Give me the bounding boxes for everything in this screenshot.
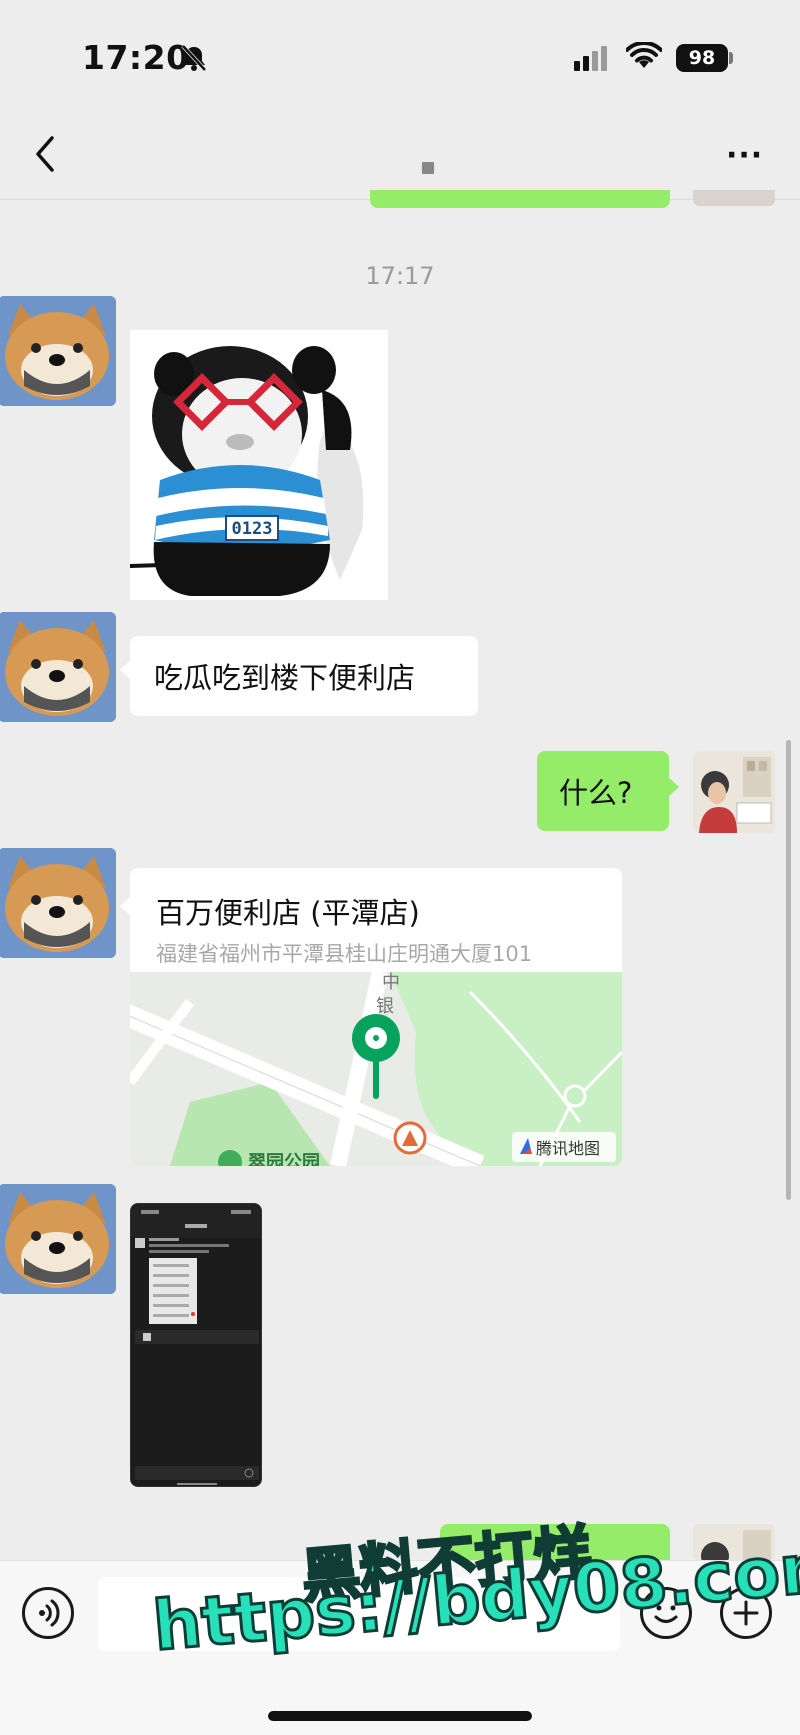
voice-input-button[interactable] [22, 1587, 74, 1639]
more-actions-button[interactable] [720, 1587, 772, 1639]
shiba-avatar-image [0, 612, 116, 722]
more-options-button[interactable]: ··· [726, 138, 763, 173]
shiba-avatar-image [0, 1184, 116, 1294]
battery-tip [729, 52, 733, 64]
my-avatar[interactable] [693, 1524, 775, 1560]
chat-title-redacted [422, 162, 434, 174]
panda-sticker-image[interactable]: 0123 [129, 330, 388, 600]
message-text: 吃瓜吃到楼下便利店 [154, 661, 416, 695]
shiba-avatar-image [0, 848, 116, 958]
message-bubble-sent-partial[interactable] [440, 1524, 670, 1560]
message-text: 什么? [559, 776, 633, 810]
previous-avatar [693, 190, 775, 206]
map-road-label: 中 [382, 972, 400, 993]
status-time: 17:20 [82, 38, 190, 77]
wifi-icon [626, 42, 662, 68]
previous-message-bubble [370, 190, 670, 208]
my-avatar[interactable] [693, 751, 775, 833]
message-input-bar [0, 1560, 800, 1735]
contact-avatar[interactable] [0, 1184, 116, 1294]
user-avatar-image [693, 1524, 775, 1560]
contact-avatar[interactable] [0, 612, 116, 722]
map-park-label: 翠园公园 [248, 1152, 320, 1166]
map-provider-label: 腾讯地图 [536, 1139, 600, 1158]
location-address: 福建省福州市平潭县桂山庄明通大厦101 [156, 942, 533, 966]
message-bubble-sent[interactable]: 什么? [537, 751, 679, 831]
message-text-input[interactable] [98, 1577, 620, 1651]
user-avatar-image [693, 751, 775, 833]
shiba-avatar-image [0, 296, 116, 406]
contact-avatar[interactable] [0, 848, 116, 958]
sticker-number-label: 0123 [232, 519, 273, 539]
emoji-button[interactable] [640, 1587, 692, 1639]
battery-indicator: 98 [676, 44, 728, 72]
shared-screenshot-image[interactable] [130, 1203, 262, 1487]
location-map[interactable]: 中 银 翠园公园 腾讯地图 [130, 972, 622, 1166]
location-card-body: 百万便利店 (平潭店) 福建省福州市平潭县桂山庄明通大厦101 中 银 翠园公园 [130, 868, 622, 1166]
plus-icon [733, 1600, 759, 1626]
chat-timestamp: 17:17 [365, 262, 435, 290]
location-name: 百万便利店 (平潭店) [156, 896, 420, 930]
location-message-card[interactable]: 百万便利店 (平潭店) 福建省福州市平潭县桂山庄明通大厦101 中 银 翠园公园 [120, 868, 622, 1166]
cellular-signal-icon [574, 46, 607, 71]
contact-avatar[interactable] [0, 296, 116, 406]
home-indicator [268, 1711, 532, 1721]
message-bubble-received[interactable]: 吃瓜吃到楼下便利店 [120, 636, 478, 716]
chat-header: ··· [0, 110, 800, 200]
voice-icon [39, 1599, 60, 1627]
bell-off-icon [181, 44, 207, 72]
chat-scrollbar[interactable] [786, 740, 791, 1200]
emoji-icon [654, 1605, 678, 1623]
chevron-left-icon[interactable] [30, 134, 60, 174]
map-road-label: 银 [376, 996, 394, 1017]
status-bar: 17:20 98 [0, 0, 800, 110]
